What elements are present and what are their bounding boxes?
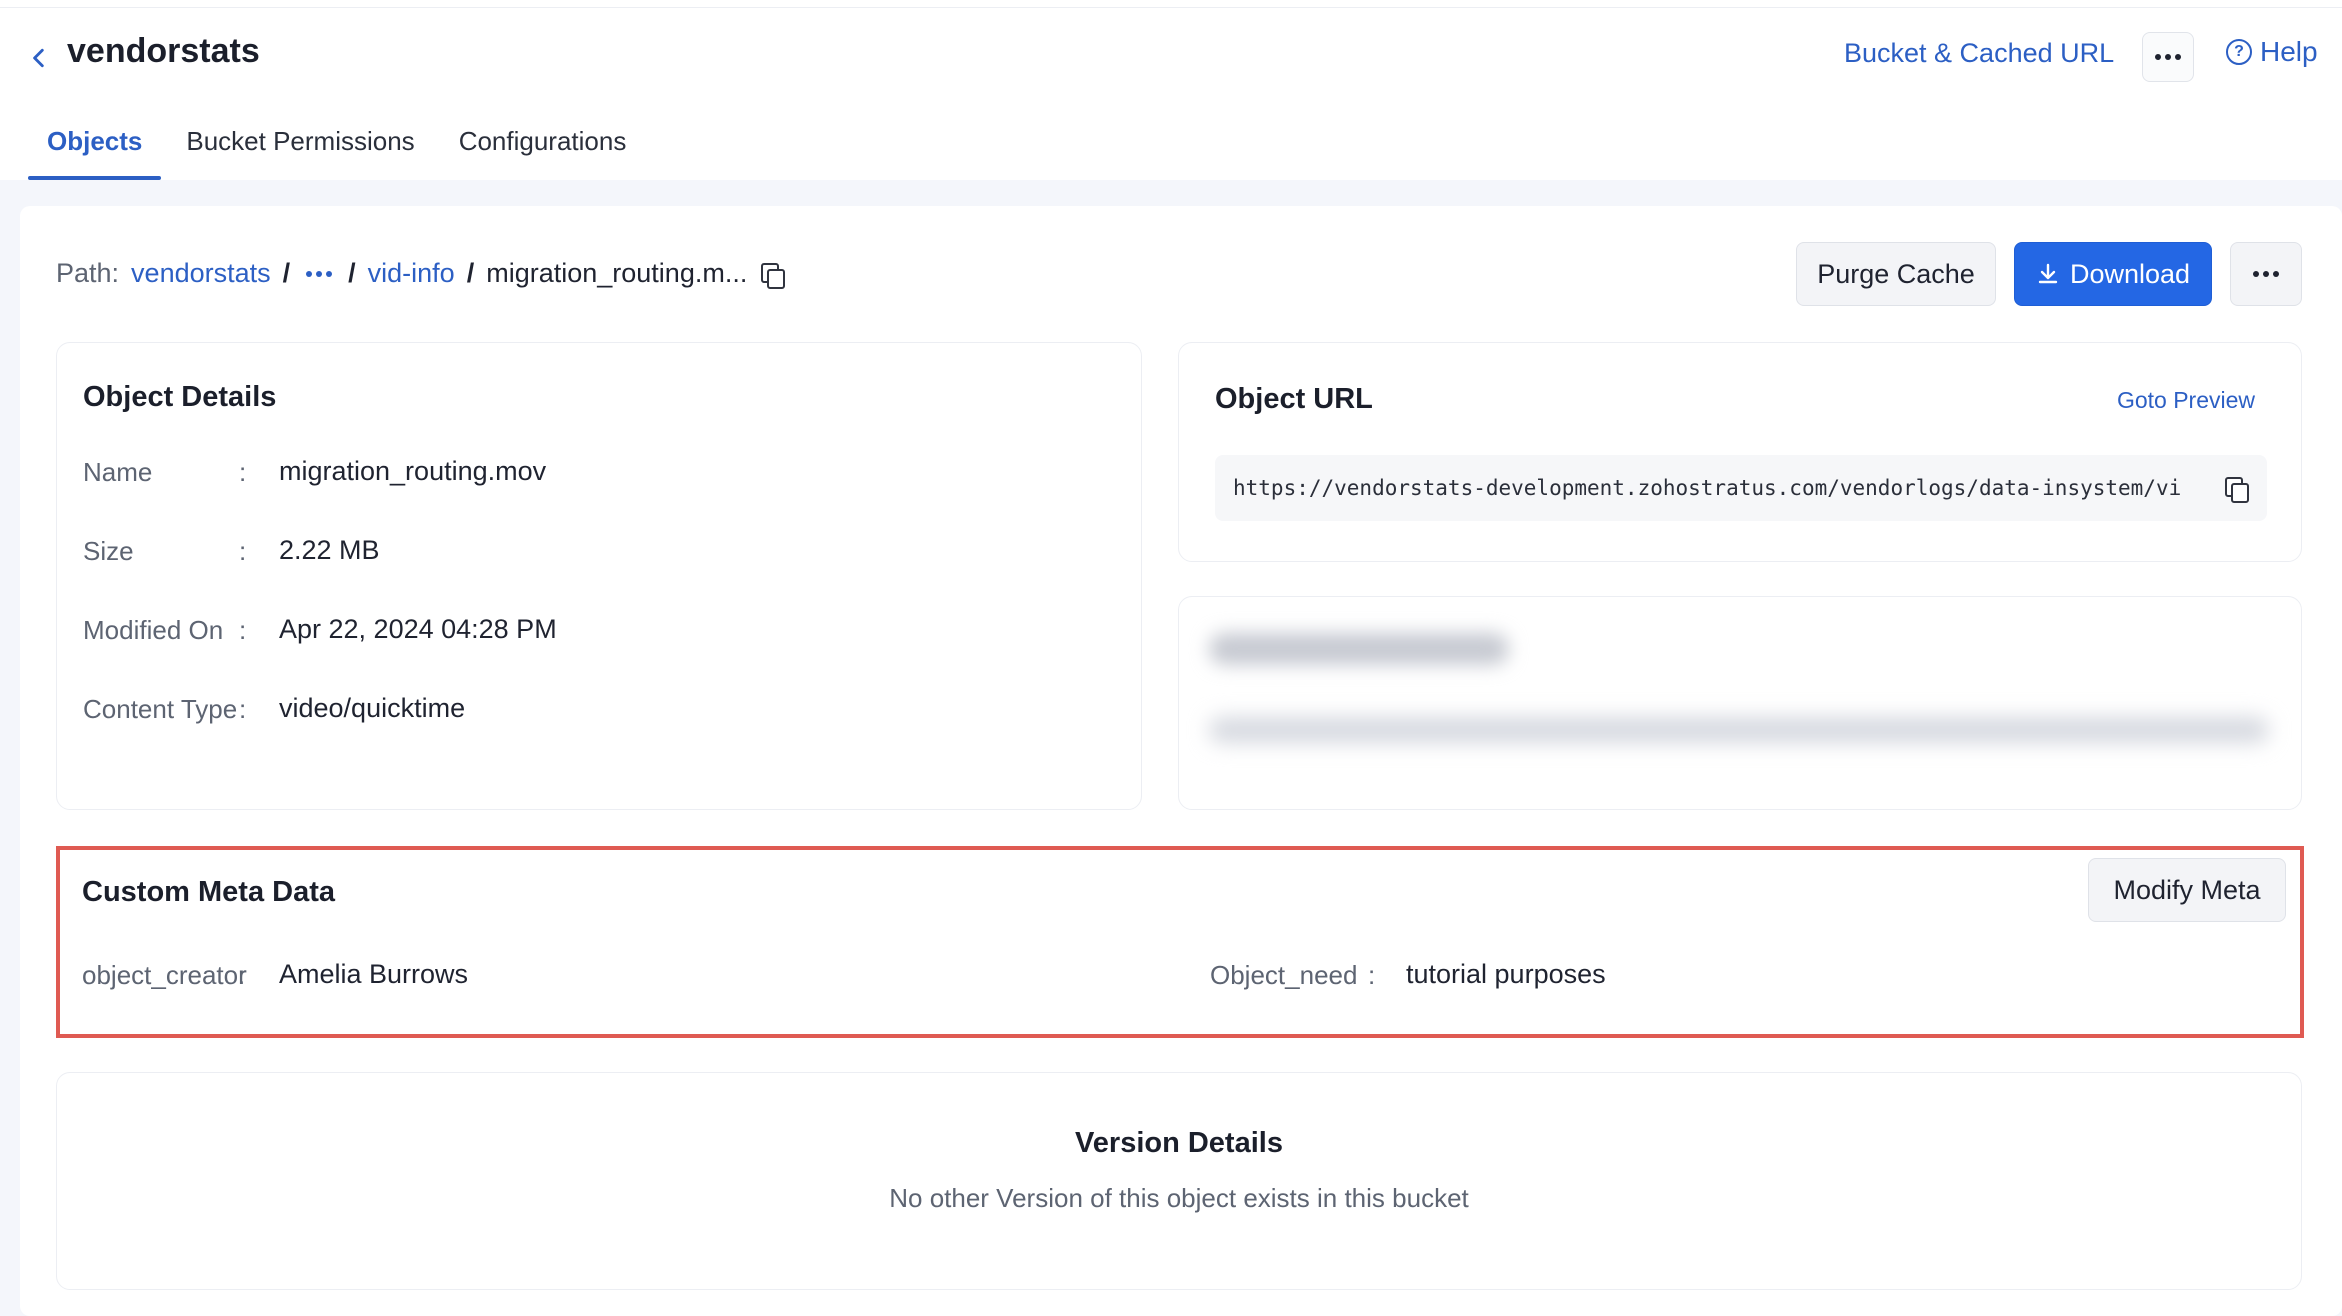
detail-value-name: migration_routing.mov [279, 456, 547, 486]
breadcrumb-folder-link[interactable]: vid-info [368, 258, 455, 289]
meta-key: object_creator [82, 960, 247, 990]
version-details-card: Version Details No other Version of this… [56, 1072, 2302, 1290]
object-details-title: Object Details [83, 381, 277, 413]
page-title: vendorstats [67, 32, 260, 70]
tab-objects[interactable]: Objects [28, 116, 162, 180]
detail-label-modified: Modified On [83, 615, 224, 645]
more-horizontal-icon [2253, 271, 2279, 277]
tab-bucket-permissions[interactable]: Bucket Permissions [167, 116, 433, 180]
breadcrumb-ellipsis-button[interactable] [302, 270, 336, 277]
version-empty-message: No other Version of this object exists i… [889, 1183, 1469, 1213]
download-icon [2038, 263, 2058, 284]
tab-bar: Objects Bucket Permissions Configuration… [28, 116, 651, 186]
version-details-title: Version Details [1075, 1127, 1283, 1159]
detail-colon: : [239, 457, 247, 487]
detail-label-content-type: Content Type [83, 694, 238, 724]
bucket-cached-url-link[interactable]: Bucket & Cached URL [1844, 38, 2114, 69]
detail-label-name: Name [83, 457, 153, 487]
breadcrumb-separator: / [466, 258, 475, 288]
path-label: Path: [56, 258, 120, 288]
detail-label-size: Size [83, 536, 134, 566]
meta-colon: : [1368, 960, 1376, 990]
purge-cache-button[interactable]: Purge Cache [1796, 242, 1996, 306]
page-header: vendorstats Bucket & Cached URL ? Help O… [0, 8, 2342, 180]
header-more-button[interactable] [2142, 32, 2194, 82]
meta-value: Amelia Burrows [279, 959, 469, 989]
meta-key: Object_need [1210, 960, 1358, 990]
detail-colon: : [239, 536, 247, 566]
help-circle-icon: ? [2226, 39, 2252, 65]
breadcrumb: Path: vendorstats / / vid-info / migrati… [56, 258, 786, 289]
detail-colon: : [239, 615, 247, 645]
breadcrumb-separator: / [282, 258, 291, 288]
object-url-title: Object URL [1215, 383, 1373, 415]
detail-value-modified: Apr 22, 2024 04:28 PM [279, 614, 557, 644]
object-url-text: https://vendorstats-development.zohostra… [1233, 476, 2182, 500]
detail-colon: : [239, 694, 247, 724]
object-more-button[interactable] [2230, 242, 2302, 306]
breadcrumb-separator: / [348, 258, 356, 288]
object-url-card: Object URL Goto Preview https://vendorst… [1178, 342, 2302, 562]
meta-value: tutorial purposes [1406, 959, 1606, 989]
breadcrumb-current: migration_routing.m... [486, 258, 748, 288]
modify-meta-button[interactable]: Modify Meta [2088, 858, 2286, 922]
detail-value-content-type: video/quicktime [279, 693, 466, 723]
goto-preview-link[interactable]: Goto Preview [2117, 387, 2255, 414]
back-button[interactable] [28, 36, 56, 80]
copy-path-icon[interactable] [759, 261, 786, 289]
download-button[interactable]: Download [2014, 242, 2212, 306]
blurred-title [1209, 633, 1509, 665]
custom-meta-title: Custom Meta Data [82, 876, 335, 908]
object-url-field[interactable]: https://vendorstats-development.zohostra… [1215, 455, 2267, 521]
top-strip [0, 0, 2342, 8]
object-details-card: Object Details Name : migration_routing.… [56, 342, 1142, 810]
help-label: Help [2260, 36, 2318, 67]
tab-configurations[interactable]: Configurations [440, 116, 646, 180]
custom-meta-section: Custom Meta Data Modify Meta object_crea… [56, 846, 2304, 1038]
object-panel: Path: vendorstats / / vid-info / migrati… [20, 206, 2342, 1316]
help-link[interactable]: ? Help [2226, 36, 2318, 68]
detail-value-size: 2.22 MB [279, 535, 380, 565]
chevron-left-icon [33, 48, 44, 68]
breadcrumb-root-link[interactable]: vendorstats [131, 258, 271, 289]
copy-url-icon[interactable] [2223, 475, 2249, 503]
blurred-card [1178, 596, 2302, 810]
download-label: Download [2069, 258, 2191, 289]
more-horizontal-icon [2155, 54, 2181, 60]
blurred-url [1209, 717, 2269, 743]
meta-colon: : [238, 960, 246, 990]
